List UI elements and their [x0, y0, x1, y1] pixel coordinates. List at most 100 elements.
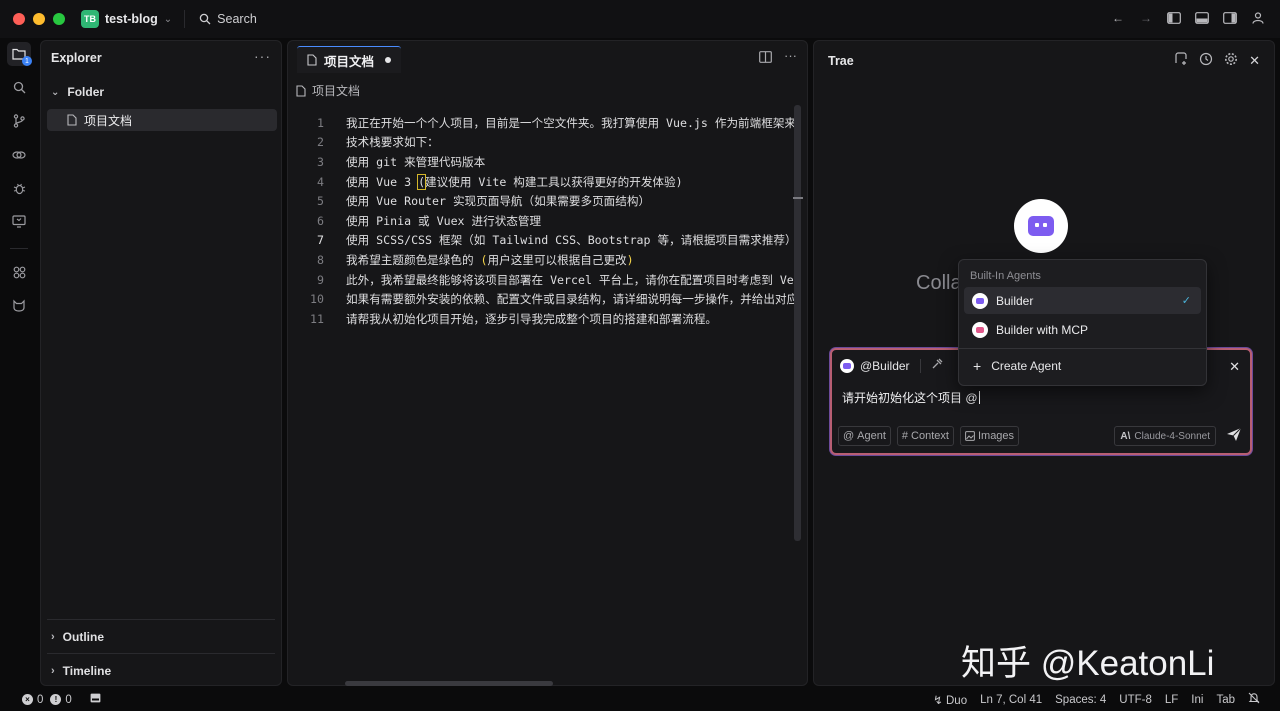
file-tree-item[interactable]: 项目文档	[47, 109, 277, 131]
code-line: 10 如果有需要额外安装的依赖、配置文件或目录结构，请详细说明每一步操作，并给出对…	[288, 289, 795, 309]
notifications-off-icon[interactable]	[1248, 692, 1260, 707]
scrollbar-cursor-marker	[793, 197, 803, 199]
agent-option-builder-mcp[interactable]: Builder with MCP	[964, 316, 1201, 343]
encoding-status[interactable]: UTF-8	[1119, 694, 1152, 706]
settings-gear-icon[interactable]	[1224, 52, 1238, 69]
timeline-section-header[interactable]: › Timeline	[51, 664, 111, 678]
explorer-activity-icon[interactable]: 1	[7, 42, 32, 66]
code-line: 6 使用 Pinia 或 Vuex 进行状态管理	[288, 211, 795, 231]
vertical-scrollbar[interactable]	[794, 105, 801, 541]
line-number: 4	[317, 174, 324, 189]
title-bar: TB test-blog ⌄ Search ← →	[0, 0, 1280, 38]
search-icon	[199, 13, 211, 25]
preview-monitor-icon[interactable]	[7, 209, 31, 233]
agent-option-builder[interactable]: Builder ✓	[964, 287, 1201, 314]
model-label: Claude-4-Sonnet	[1134, 430, 1210, 442]
warning-count: 0	[65, 693, 72, 706]
agent-dropdown: Built-In Agents Builder ✓ Builder with M…	[958, 259, 1207, 386]
line-number: 1	[317, 115, 324, 130]
line-text: 使用 Vue Router 实现页面导航（如果需要多页面结构）	[346, 194, 651, 209]
more-options-icon[interactable]: ···	[784, 49, 797, 66]
code-line: 5 使用 Vue Router 实现页面导航（如果需要多页面结构）	[288, 191, 795, 211]
tab-status[interactable]: Tab	[1216, 694, 1235, 706]
search-activity-icon[interactable]	[7, 75, 31, 99]
line-text: 我正在开始一个个人项目，目前是一个空文件夹。我打算使用 Vue.js 作为前端框…	[346, 115, 795, 130]
outline-section-header[interactable]: › Outline	[51, 630, 104, 644]
line-number: 7	[317, 233, 324, 248]
breadcrumb[interactable]: 项目文档	[296, 82, 360, 99]
forward-arrow-icon[interactable]: →	[1138, 10, 1154, 26]
close-icon[interactable]: ✕	[1229, 359, 1240, 375]
close-window-button[interactable]	[13, 13, 25, 25]
minimize-window-button[interactable]	[33, 13, 45, 25]
duo-status[interactable]: ↯ Duo	[933, 693, 967, 707]
chevron-right-icon: ›	[51, 665, 55, 677]
error-count: 0	[37, 693, 44, 706]
composer-input-text: 请开始初始化这个项目 @	[842, 391, 978, 405]
send-icon[interactable]	[1226, 427, 1242, 445]
create-agent-button[interactable]: + Create Agent	[973, 358, 1061, 374]
composer-input[interactable]: 请开始初始化这个项目 @	[842, 389, 980, 406]
mascot-cat-icon[interactable]	[7, 293, 31, 317]
model-selector[interactable]: A\ Claude-4-Sonnet	[1114, 426, 1216, 446]
dropdown-divider	[959, 348, 1206, 349]
cursor-position[interactable]: Ln 7, Col 41	[980, 694, 1042, 706]
indentation-status[interactable]: Spaces: 4	[1055, 694, 1106, 706]
agent-option-label: Builder	[996, 293, 1034, 308]
status-items: ↯ Duo Ln 7, Col 41 Spaces: 4 UTF-8 LF In…	[933, 692, 1260, 707]
eol-status[interactable]: LF	[1165, 694, 1178, 706]
section-divider	[47, 619, 275, 620]
agent-avatar	[1014, 199, 1068, 253]
context-button[interactable]: # Context	[896, 426, 954, 446]
close-icon[interactable]: ✕	[1249, 53, 1260, 69]
outline-label: Outline	[62, 630, 105, 644]
line-text: 使用 Pinia 或 Vuex 进行状态管理	[346, 213, 542, 228]
remote-link-icon[interactable]	[7, 143, 31, 167]
editor-tab[interactable]: 项目文档	[297, 46, 402, 73]
images-button[interactable]: Images	[959, 426, 1020, 446]
error-icon: ×	[22, 694, 33, 705]
line-text-segment: 我希望主题颜色是绿色的	[346, 252, 481, 267]
project-switcher[interactable]: TB test-blog ⌄	[81, 10, 172, 28]
search-box[interactable]: Search	[199, 12, 257, 26]
agent-chip-label: @Builder	[860, 358, 910, 373]
agent-option-label: Builder with MCP	[996, 322, 1089, 337]
editor-actions: ···	[759, 49, 797, 66]
folder-section-header[interactable]: ⌄ Folder	[51, 85, 104, 99]
agent-chip[interactable]: @Builder	[840, 358, 943, 373]
toggle-secondary-sidebar-icon[interactable]	[1222, 10, 1238, 26]
extensions-grid-icon[interactable]	[7, 260, 31, 284]
line-number: 2	[317, 135, 324, 150]
chip-divider	[919, 358, 921, 373]
new-chat-icon[interactable]	[1174, 52, 1188, 69]
horizontal-scrollbar[interactable]	[345, 681, 553, 686]
unsaved-dot-icon[interactable]	[385, 57, 392, 63]
watermark: 知乎 @KeatonLi	[961, 644, 1215, 683]
project-name: test-blog	[105, 12, 158, 26]
duo-label: Duo	[946, 694, 968, 707]
document-icon	[307, 54, 317, 66]
language-mode[interactable]: Ini	[1191, 694, 1203, 706]
more-options-icon[interactable]: ···	[254, 48, 271, 64]
debug-bug-icon[interactable]	[7, 176, 31, 200]
line-number: 8	[317, 252, 324, 267]
anthropic-logo-icon: A\	[1120, 430, 1131, 442]
problems-indicator[interactable]: × 0 ! 0	[22, 693, 101, 706]
section-divider	[47, 653, 275, 654]
agent-button[interactable]: @ Agent	[838, 426, 891, 446]
chat-title: Trae	[828, 54, 854, 68]
document-icon	[67, 114, 77, 126]
source-control-icon[interactable]	[7, 109, 31, 133]
code-line: 3 使用 git 来管理代码版本	[288, 152, 795, 172]
history-clock-icon[interactable]	[1199, 52, 1213, 69]
split-editor-icon[interactable]	[759, 51, 772, 66]
builder-agent-icon	[972, 292, 988, 309]
back-arrow-icon[interactable]: ←	[1110, 10, 1126, 26]
maximize-window-button[interactable]	[53, 13, 65, 25]
tool-hammer-icon[interactable]	[931, 358, 943, 373]
toggle-panel-icon[interactable]	[1194, 10, 1210, 26]
terminal-icon[interactable]	[90, 693, 101, 706]
toggle-sidebar-icon[interactable]	[1166, 10, 1182, 26]
account-icon[interactable]	[1250, 10, 1266, 26]
code-area[interactable]: 1 我正在开始一个个人项目，目前是一个空文件夹。我打算使用 Vue.js 作为前端…	[288, 113, 795, 329]
